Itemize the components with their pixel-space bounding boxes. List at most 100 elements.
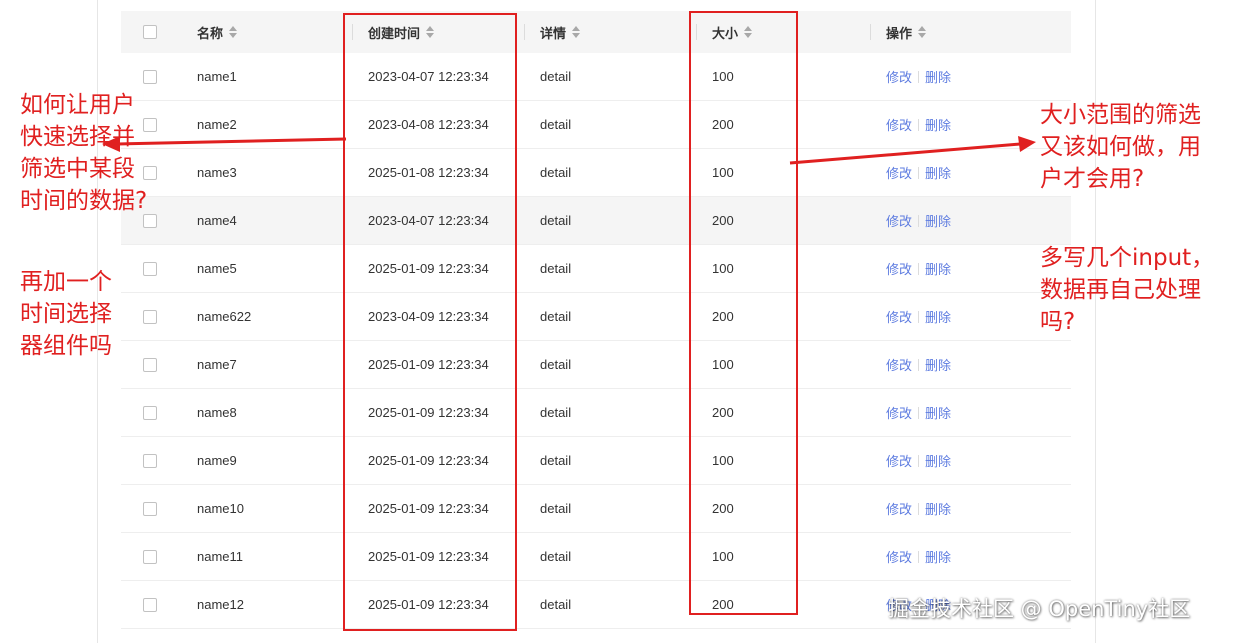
cell-name: name3 (197, 165, 237, 180)
edit-link[interactable]: 修改 (886, 259, 912, 278)
edit-link[interactable]: 修改 (886, 547, 912, 566)
delete-link[interactable]: 删除 (925, 307, 951, 326)
edit-link[interactable]: 修改 (886, 499, 912, 518)
cell-detail: detail (540, 597, 572, 612)
header-select-all[interactable] (143, 11, 157, 53)
delete-link[interactable]: 删除 (925, 211, 951, 230)
table-row[interactable]: name4 2023-04-07 12:23:34 detail 200 修改 删除 (121, 197, 1071, 245)
delete-link[interactable]: 删除 (925, 355, 951, 374)
edit-link[interactable]: 修改 (886, 67, 912, 86)
cell-size: 200 (712, 117, 734, 132)
cell-created-time: 2025-01-09 12:23:34 (368, 549, 489, 564)
delete-link[interactable]: 删除 (925, 451, 951, 470)
row-select[interactable] (143, 341, 157, 388)
checkbox-icon[interactable] (143, 261, 157, 276)
delete-link[interactable]: 删除 (925, 499, 951, 518)
sort-icon[interactable] (426, 26, 435, 38)
checkbox-icon[interactable] (143, 453, 157, 468)
table-row[interactable]: name8 2025-01-09 12:23:34 detail 200 修改 删除 (121, 389, 1071, 437)
column-divider[interactable] (870, 24, 871, 40)
sort-icon[interactable] (572, 26, 581, 38)
table-row[interactable]: name7 2025-01-09 12:23:34 detail 100 修改 删除 (121, 341, 1071, 389)
cell-actions: 修改 删除 (886, 53, 951, 100)
action-divider (918, 118, 920, 131)
cell-actions: 修改 删除 (886, 341, 951, 388)
edit-link[interactable]: 修改 (886, 403, 912, 422)
cell-name: name5 (197, 261, 237, 276)
cell-actions: 修改 删除 (886, 197, 951, 244)
row-select[interactable] (143, 485, 157, 532)
table-row[interactable]: name11 2025-01-09 12:23:34 detail 100 修改 删除 (121, 533, 1071, 581)
column-header-size[interactable]: 大小 (712, 11, 753, 53)
delete-link[interactable]: 删除 (925, 115, 951, 134)
action-divider (918, 406, 920, 419)
cell-size: 200 (712, 213, 734, 228)
checkbox-icon[interactable] (143, 549, 157, 564)
cell-name: name8 (197, 405, 237, 420)
row-select[interactable] (143, 437, 157, 484)
column-divider[interactable] (696, 24, 697, 40)
cell-detail: detail (540, 261, 572, 276)
checkbox-icon[interactable] (143, 501, 157, 516)
sort-icon[interactable] (744, 26, 753, 38)
column-header-actions-label: 操作 (886, 25, 913, 41)
action-divider (918, 550, 920, 563)
cell-actions: 修改 删除 (886, 389, 951, 436)
sort-icon[interactable] (229, 26, 238, 38)
action-divider (918, 358, 920, 371)
cell-actions: 修改 删除 (886, 293, 951, 340)
row-select[interactable] (143, 533, 157, 580)
action-divider (918, 310, 920, 323)
row-select[interactable] (143, 245, 157, 292)
checkbox-icon[interactable] (143, 69, 157, 84)
column-header-size-label: 大小 (712, 25, 739, 41)
delete-link[interactable]: 删除 (925, 547, 951, 566)
sort-icon[interactable] (918, 26, 927, 38)
column-divider[interactable] (524, 24, 525, 40)
column-header-name[interactable]: 名称 (197, 11, 238, 53)
grid-header: 名称 创建时间 详情 大小 操作 (121, 11, 1071, 53)
table-row[interactable]: name2 2023-04-08 12:23:34 detail 200 修改 删除 (121, 101, 1071, 149)
column-divider[interactable] (352, 24, 353, 40)
delete-link[interactable]: 删除 (925, 259, 951, 278)
cell-created-time: 2023-04-07 12:23:34 (368, 69, 489, 84)
cell-name: name11 (197, 549, 244, 564)
table-row[interactable]: name3 2025-01-08 12:23:34 detail 100 修改 删除 (121, 149, 1071, 197)
delete-link[interactable]: 删除 (925, 403, 951, 422)
cell-name: name12 (197, 597, 244, 612)
cell-created-time: 2023-04-09 12:23:34 (368, 309, 489, 324)
edit-link[interactable]: 修改 (886, 115, 912, 134)
checkbox-icon[interactable] (143, 25, 157, 39)
checkbox-icon[interactable] (143, 597, 157, 612)
cell-size: 100 (712, 357, 734, 372)
edit-link[interactable]: 修改 (886, 307, 912, 326)
cell-size: 200 (712, 309, 734, 324)
action-divider (918, 214, 920, 227)
edit-link[interactable]: 修改 (886, 163, 912, 182)
checkbox-icon[interactable] (143, 309, 157, 324)
edit-link[interactable]: 修改 (886, 211, 912, 230)
row-select[interactable] (143, 389, 157, 436)
row-select[interactable] (143, 293, 157, 340)
column-header-detail[interactable]: 详情 (540, 11, 581, 53)
delete-link[interactable]: 删除 (925, 67, 951, 86)
table-row[interactable]: name622 2023-04-09 12:23:34 detail 200 修改 删除 (121, 293, 1071, 341)
delete-link[interactable]: 删除 (925, 163, 951, 182)
cell-detail: detail (540, 69, 572, 84)
cell-created-time: 2023-04-08 12:23:34 (368, 117, 489, 132)
table-row[interactable]: name5 2025-01-09 12:23:34 detail 100 修改 删除 (121, 245, 1071, 293)
table-row[interactable]: name9 2025-01-09 12:23:34 detail 100 修改 删除 (121, 437, 1071, 485)
row-select[interactable] (143, 581, 157, 628)
edit-link[interactable]: 修改 (886, 451, 912, 470)
table-row[interactable]: name1 2023-04-07 12:23:34 detail 100 修改 删除 (121, 53, 1071, 101)
edit-link[interactable]: 修改 (886, 355, 912, 374)
action-divider (918, 70, 920, 83)
table-row[interactable]: name10 2025-01-09 12:23:34 detail 200 修改 删除 (121, 485, 1071, 533)
checkbox-icon[interactable] (143, 405, 157, 420)
cell-size: 200 (712, 405, 734, 420)
cell-name: name7 (197, 357, 237, 372)
column-header-created-time[interactable]: 创建时间 (368, 11, 435, 53)
checkbox-icon[interactable] (143, 357, 157, 372)
column-header-actions[interactable]: 操作 (886, 11, 927, 53)
cell-actions: 修改 删除 (886, 485, 951, 532)
